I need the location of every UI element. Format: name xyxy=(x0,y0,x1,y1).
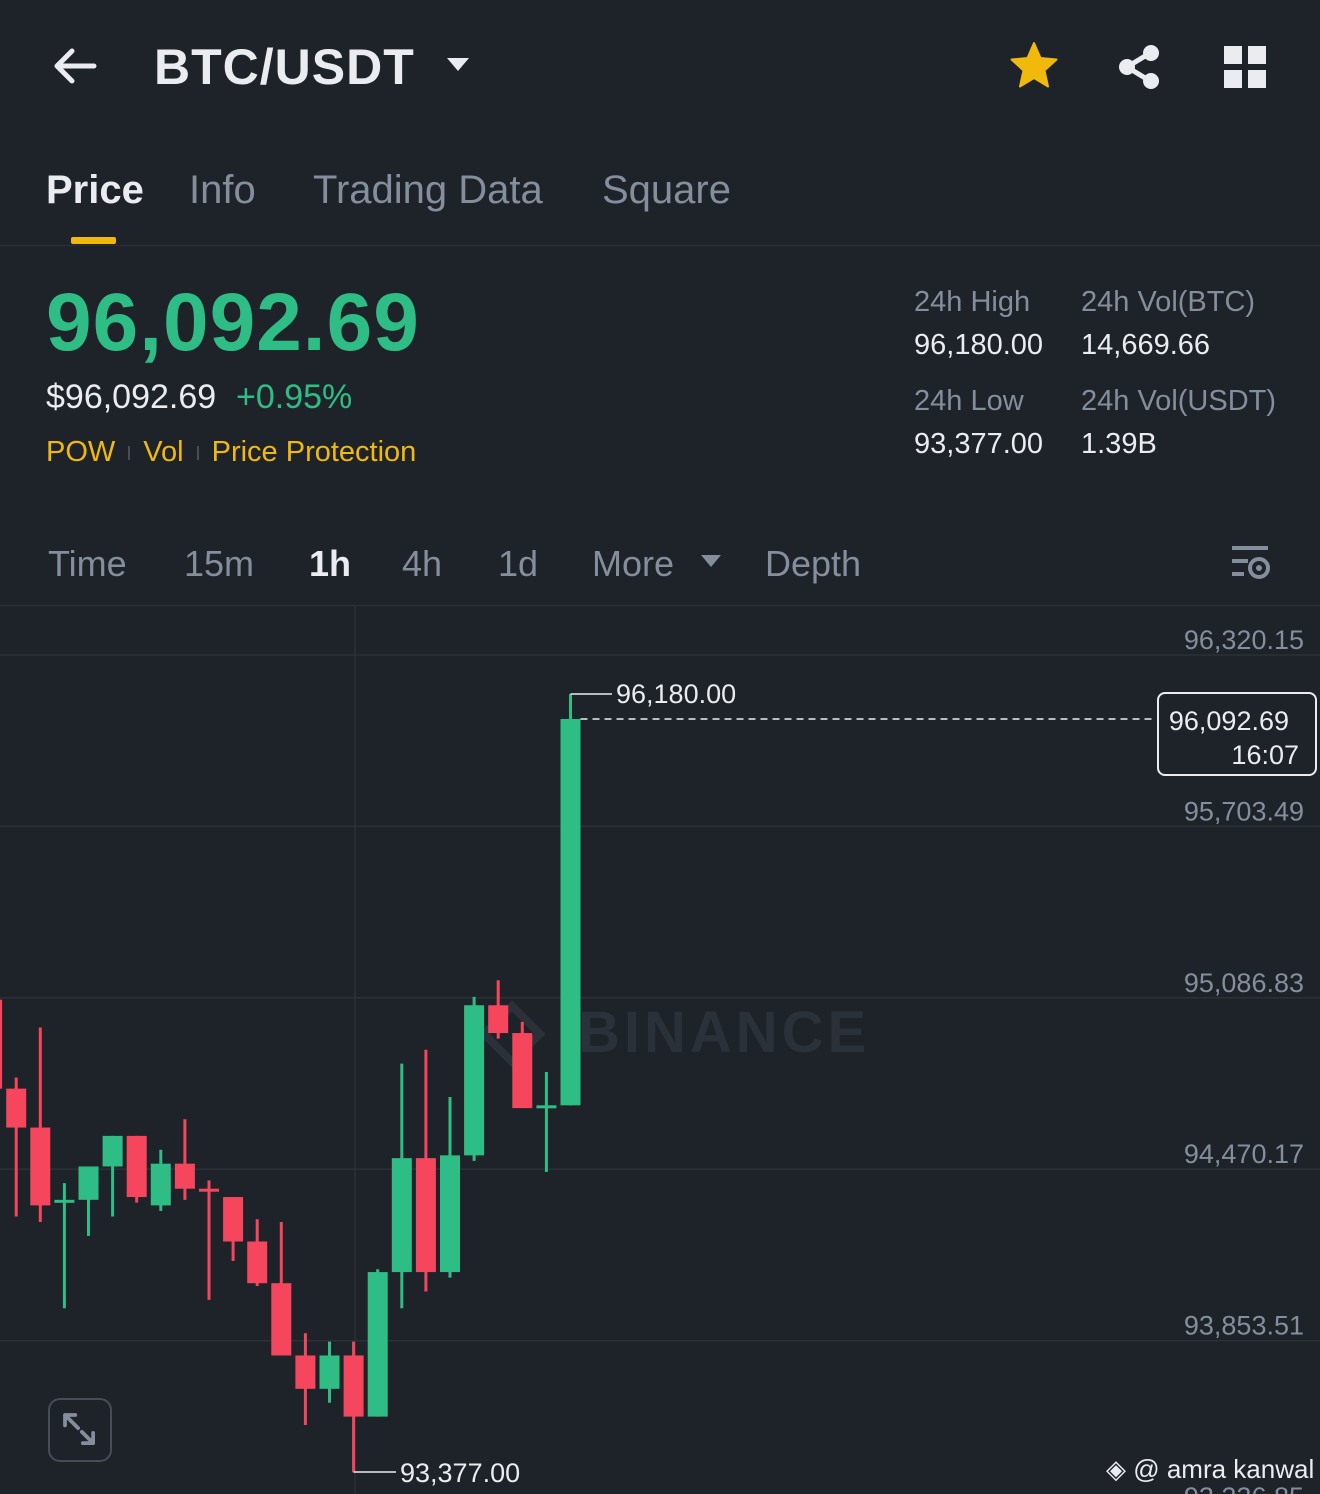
binance-watermark: BINANCE xyxy=(578,1000,870,1065)
author-watermark-text: @ amra kanwal xyxy=(1133,1454,1315,1484)
candle-body xyxy=(54,1199,75,1203)
last-price: 96,092.69 xyxy=(46,277,420,368)
interval-time[interactable]: Time xyxy=(48,543,127,585)
binance-logo-icon: ◈ xyxy=(1106,1454,1126,1484)
candle-body xyxy=(440,1155,460,1273)
candle-body xyxy=(223,1197,244,1242)
tab-price[interactable]: Price xyxy=(46,168,144,213)
candle-body xyxy=(319,1355,340,1389)
interval-4h[interactable]: 4h xyxy=(402,543,442,585)
price-change: +0.95% xyxy=(236,378,353,416)
candle-body xyxy=(174,1163,195,1189)
candle-body xyxy=(415,1158,436,1273)
vol-usdt-label: 24h Vol(USDT) xyxy=(1081,385,1277,417)
back-arrow-icon[interactable] xyxy=(50,40,102,92)
candle-body xyxy=(367,1272,388,1417)
tab-info[interactable]: Info xyxy=(189,168,256,213)
chart-settings-icon[interactable] xyxy=(1230,542,1272,584)
tag-row: POW Vol Price Protection xyxy=(46,436,416,469)
share-icon[interactable] xyxy=(1114,42,1164,92)
candle-body xyxy=(247,1241,268,1284)
low-label: 24h Low xyxy=(914,385,1024,417)
candle-body xyxy=(295,1355,316,1389)
expand-icon[interactable] xyxy=(48,1398,112,1462)
high-label: 24h High xyxy=(914,286,1031,318)
y-tick-label: 94,470.17 xyxy=(1184,1139,1304,1169)
interval-1d[interactable]: 1d xyxy=(498,543,538,585)
last-price-label: 96,092.69 16:07 xyxy=(1157,692,1317,776)
last-price-box-value: 96,092.69 xyxy=(1168,706,1289,736)
y-tick-label: 96,320.15 xyxy=(1184,625,1304,655)
y-tick-label: 93,853.51 xyxy=(1184,1311,1304,1341)
candle-body xyxy=(343,1355,364,1417)
usd-price: $96,092.69 xyxy=(46,378,217,416)
candle-body xyxy=(150,1163,171,1206)
author-watermark: ◈ @ amra kanwal xyxy=(1106,1454,1314,1485)
tabs-divider xyxy=(0,245,1320,246)
low-marker-label: 93,377.00 xyxy=(400,1458,520,1488)
interval-15m[interactable]: 15m xyxy=(184,543,254,585)
candle-body xyxy=(536,1105,557,1109)
candle-body xyxy=(102,1135,123,1167)
chevron-down-icon[interactable] xyxy=(445,55,471,73)
candle-body xyxy=(30,1127,51,1206)
candle-body xyxy=(560,718,581,1106)
interval-depth[interactable]: Depth xyxy=(765,543,861,585)
candle-body xyxy=(464,1005,485,1156)
high-marker-label: 96,180.00 xyxy=(616,679,736,709)
tag-separator xyxy=(196,445,199,460)
active-tab-indicator xyxy=(71,237,116,244)
tab-square[interactable]: Square xyxy=(602,168,731,213)
tag-separator xyxy=(128,445,131,460)
star-icon[interactable] xyxy=(1008,40,1060,92)
tab-trading-data[interactable]: Trading Data xyxy=(313,168,543,213)
candle-body xyxy=(391,1158,412,1273)
pair-title[interactable]: BTC/USDT xyxy=(154,38,415,96)
candle-body xyxy=(0,999,3,1089)
candle-body xyxy=(199,1188,219,1192)
candle-body xyxy=(512,1033,533,1109)
candle-body xyxy=(6,1088,27,1128)
vol-btc-label: 24h Vol(BTC) xyxy=(1081,286,1256,318)
last-price-box-time: 16:07 xyxy=(1231,740,1299,770)
tag-price-protection[interactable]: Price Protection xyxy=(212,436,417,469)
y-tick-label: 95,703.49 xyxy=(1184,796,1304,826)
y-tick-label: 95,086.83 xyxy=(1184,968,1304,998)
interval-1h[interactable]: 1h xyxy=(309,543,351,585)
vol-btc-value: 14,669.66 xyxy=(1081,329,1211,361)
candle-body xyxy=(488,1005,509,1034)
candle-body xyxy=(126,1135,147,1198)
interval-more[interactable]: More xyxy=(592,543,674,585)
tag-pow[interactable]: POW xyxy=(46,436,115,469)
high-value: 96,180.00 xyxy=(914,329,1044,361)
candlestick-chart[interactable]: BINANCE 96,180.00 93,377.00 96,320.15 95,7… xyxy=(0,606,1320,1494)
candle-body xyxy=(271,1283,292,1356)
candle-body xyxy=(78,1166,99,1200)
chevron-down-icon[interactable] xyxy=(700,554,722,568)
vol-usdt-value: 1.39B xyxy=(1081,428,1157,460)
tag-vol[interactable]: Vol xyxy=(143,436,183,469)
grid-icon[interactable] xyxy=(1222,44,1268,90)
low-value: 93,377.00 xyxy=(914,428,1044,460)
